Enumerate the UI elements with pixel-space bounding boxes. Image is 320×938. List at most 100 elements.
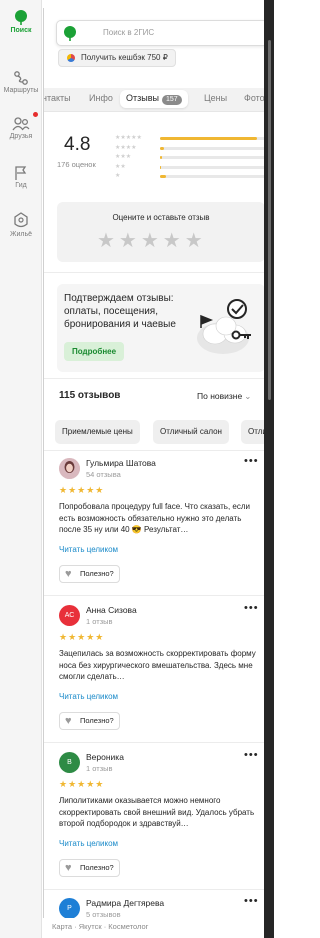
rate-prompt: Оцените и оставьте отзыв ★★★★★ [57,202,264,262]
rate-prompt-title: Оцените и оставьте отзыв [112,213,210,222]
avatar: В [59,752,80,773]
search-leaf-icon [15,10,27,25]
row-stars: ★★★★ [115,144,137,151]
tab-prices[interactable]: Цены [204,93,227,103]
promo-text: Подтверждаем отзывы: оплаты, посещения, … [64,293,176,330]
review-author-count: 54 отзыва [86,470,121,479]
reviews-count-badge: 157 [161,95,182,105]
review-author[interactable]: Вероника [86,752,124,762]
housing-icon [14,212,28,228]
divider [44,889,264,890]
review-author[interactable]: Гульмира Шатова [86,458,156,468]
row-stars: ★★★★★ [115,135,142,141]
review-author[interactable]: Анна Сизова [86,605,137,615]
tab-label: Отзывы [126,93,159,103]
breadcrumb: Карта · Якутск · Косметолог [52,922,149,931]
chevron-down-icon: ⌄ [244,391,252,401]
useful-button[interactable]: ♥ Полезно? [59,712,120,730]
logo-leaf-icon [64,26,76,41]
avatar: Р [59,898,80,918]
filter-chip[interactable]: Отличный салон [153,420,229,444]
row-bar-track [160,165,264,169]
tab-bar: нтакты Инфо Отзывы 157 Цены Фото [44,88,264,112]
promo-banner: Подтверждаем отзывы: оплаты, посещения, … [57,284,264,372]
cashback-button[interactable]: Получить кешбэк 750 ₽ [58,49,176,67]
divider [44,595,264,596]
rating-distribution-row: ★★★★★ [115,135,264,143]
review-author[interactable]: Радмира Дегтярева [86,898,164,908]
rating-distribution-row: ★★★ [115,154,264,162]
routes-icon [14,71,28,85]
review-text: Попробовала процедуру full face. Что ска… [59,502,250,534]
tab-photos[interactable]: Фото [244,93,264,103]
tab-contacts[interactable]: нтакты [44,93,71,103]
heart-icon: ♥ [65,715,72,727]
useful-button[interactable]: ♥ Полезно? [59,565,120,583]
nav-item-label: Маршруты [3,87,39,94]
nav-rail: Поиск Маршруты Друзья Гид Жильё [0,0,42,938]
more-options-icon[interactable]: ••• [244,602,259,614]
nav-item-friends[interactable]: Друзья [0,116,42,140]
more-options-icon[interactable]: ••• [244,895,259,907]
friends-icon [12,117,30,131]
filter-chip[interactable]: Отли [241,420,264,444]
useful-button[interactable]: ♥ Полезно? [59,859,120,877]
tab-info[interactable]: Инфо [89,93,113,103]
tab-reviews[interactable]: Отзывы 157 [120,90,188,108]
review-text: Зацепилась за возможность скорректироват… [59,649,256,681]
notification-dot [33,112,38,117]
nav-item-guide[interactable]: Гид [0,165,42,189]
rate-stars-input[interactable]: ★★★★★ [97,228,207,253]
useful-label: Полезно? [80,569,114,578]
review-author-count: 5 отзывов [86,910,121,918]
rating-distribution-row: ★ [115,173,264,181]
read-more-link[interactable]: Читать целиком [59,692,118,701]
nav-item-label: Поиск [10,27,32,34]
row-bar-fill [160,156,163,159]
scrollbar[interactable] [268,40,271,400]
rating-distribution-row: ★★ [115,164,264,172]
more-options-icon[interactable]: ••• [244,455,259,467]
sort-dropdown[interactable]: По новизне ⌄ [197,391,251,402]
review-stars: ★★★★★ [59,779,105,789]
nav-item-label: Жильё [10,231,32,238]
cashback-icon [67,54,75,62]
read-more-link[interactable]: Читать целиком [59,545,118,554]
nav-item-label: Гид [15,182,27,189]
search-input[interactable]: Поиск в 2ГИС [56,20,264,46]
review-author-count: 1 отзыв [86,764,113,773]
row-bar-fill [160,137,257,140]
cashback-label: Получить кешбэк 750 ₽ [81,53,168,62]
review-stars: ★★★★★ [59,632,105,642]
row-bar-fill [160,146,165,150]
row-bar-fill [160,165,162,169]
sort-label: По новизне [197,391,243,401]
more-options-icon[interactable]: ••• [244,749,259,761]
nav-item-search[interactable]: Поиск [0,10,42,34]
row-bar-fill [160,175,167,178]
row-bar-track [160,137,264,140]
review-text: Липолитиками оказывается можно немного с… [59,796,255,828]
row-bar-track [160,175,264,178]
place-card-panel: Поиск в 2ГИС Получить кешбэк 750 ₽ нтакт… [43,8,264,918]
flag-icon [15,166,27,180]
row-bar-track [160,156,264,159]
rating-count: 176 оценок [57,160,96,169]
read-more-link[interactable]: Читать целиком [59,839,118,848]
avatar: АС [59,605,80,626]
row-stars: ★★ [115,163,126,170]
avatar [59,458,80,479]
promo-more-button[interactable]: Подробнее [64,342,125,361]
useful-label: Полезно? [80,863,114,872]
useful-label: Полезно? [80,716,114,725]
row-bar-track [160,146,264,150]
review-stars: ★★★★★ [59,485,105,495]
divider [44,450,264,451]
nav-item-housing[interactable]: Жильё [0,212,42,238]
search-placeholder: Поиск в 2ГИС [103,28,155,37]
filter-chip[interactable]: Приемлемые цены [55,420,140,444]
row-stars: ★★★ [115,154,132,160]
nav-item-routes[interactable]: Маршруты [0,70,42,94]
divider [44,272,264,273]
avatar-photo [59,458,80,479]
